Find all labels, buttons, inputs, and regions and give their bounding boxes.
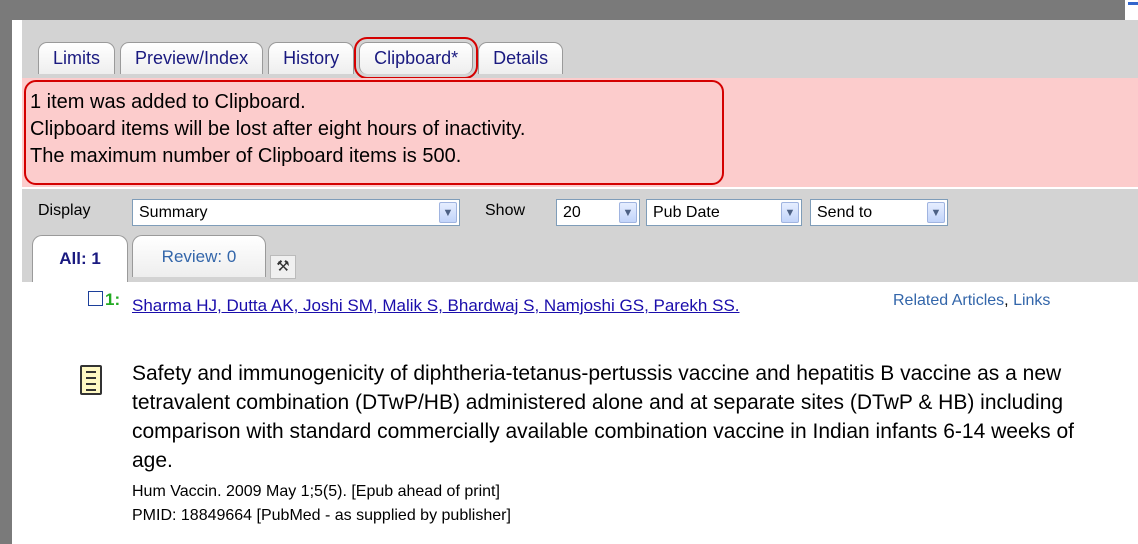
send-to-select[interactable]: Send to ▼ bbox=[810, 199, 948, 226]
edge-link-fragment bbox=[1128, 2, 1138, 5]
citation-line: Hum Vaccin. 2009 May 1;5(5). [Epub ahead… bbox=[132, 483, 500, 500]
result-checkbox[interactable] bbox=[88, 291, 103, 306]
alert-line: The maximum number of Clipboard items is… bbox=[30, 145, 462, 167]
result-citation: Hum Vaccin. 2009 May 1;5(5). [Epub ahead… bbox=[132, 480, 511, 528]
chevron-down-icon: ▼ bbox=[781, 202, 799, 223]
document-icon bbox=[80, 365, 102, 395]
result-title: Safety and immunogenicity of diphtheria-… bbox=[132, 362, 1074, 472]
tab-limits[interactable]: Limits bbox=[38, 42, 116, 74]
pmid-line: PMID: 18849664 [PubMed - as supplied by … bbox=[132, 507, 511, 524]
alert-message: 1 item was added to Clipboard. Clipboard… bbox=[30, 89, 525, 170]
chevron-down-icon: ▼ bbox=[439, 202, 457, 223]
sort-value: Pub Date bbox=[653, 204, 720, 221]
related-articles-link[interactable]: Related Articles bbox=[893, 292, 1004, 309]
tab-clipboard[interactable]: Clipboard* bbox=[354, 37, 479, 79]
send-to-value: Send to bbox=[817, 204, 873, 221]
show-value: 20 bbox=[563, 204, 581, 221]
result-number: 1: bbox=[105, 290, 121, 309]
result-authors-link[interactable]: Sharma HJ, Dutta AK, Joshi SM, Malik S, … bbox=[132, 290, 832, 322]
chevron-down-icon: ▼ bbox=[619, 202, 637, 223]
sort-select[interactable]: Pub Date ▼ bbox=[646, 199, 802, 226]
tab-all[interactable]: All: 1 bbox=[32, 235, 128, 282]
display-value: Summary bbox=[139, 204, 208, 221]
links-link[interactable]: Links bbox=[1013, 292, 1050, 309]
alert-line: 1 item was added to Clipboard. bbox=[30, 91, 306, 113]
main-tabs: Limits Preview/Index History Clipboard* … bbox=[38, 37, 564, 79]
display-label: Display bbox=[38, 202, 91, 219]
show-label: Show bbox=[485, 202, 526, 219]
tools-icon[interactable]: ⚒ bbox=[270, 255, 296, 279]
display-select[interactable]: Summary ▼ bbox=[132, 199, 460, 226]
window-top-border bbox=[0, 0, 1125, 20]
tab-details[interactable]: Details bbox=[478, 42, 564, 74]
tab-history[interactable]: History bbox=[268, 42, 355, 74]
alert-line: Clipboard items will be lost after eight… bbox=[30, 118, 526, 140]
window-left-border bbox=[0, 0, 12, 544]
tab-review[interactable]: Review: 0 bbox=[132, 235, 266, 277]
show-select[interactable]: 20 ▼ bbox=[556, 199, 640, 226]
tab-preview-index[interactable]: Preview/Index bbox=[120, 42, 264, 74]
chevron-down-icon: ▼ bbox=[927, 202, 945, 223]
result-links: Related Articles, Links bbox=[893, 292, 1051, 309]
